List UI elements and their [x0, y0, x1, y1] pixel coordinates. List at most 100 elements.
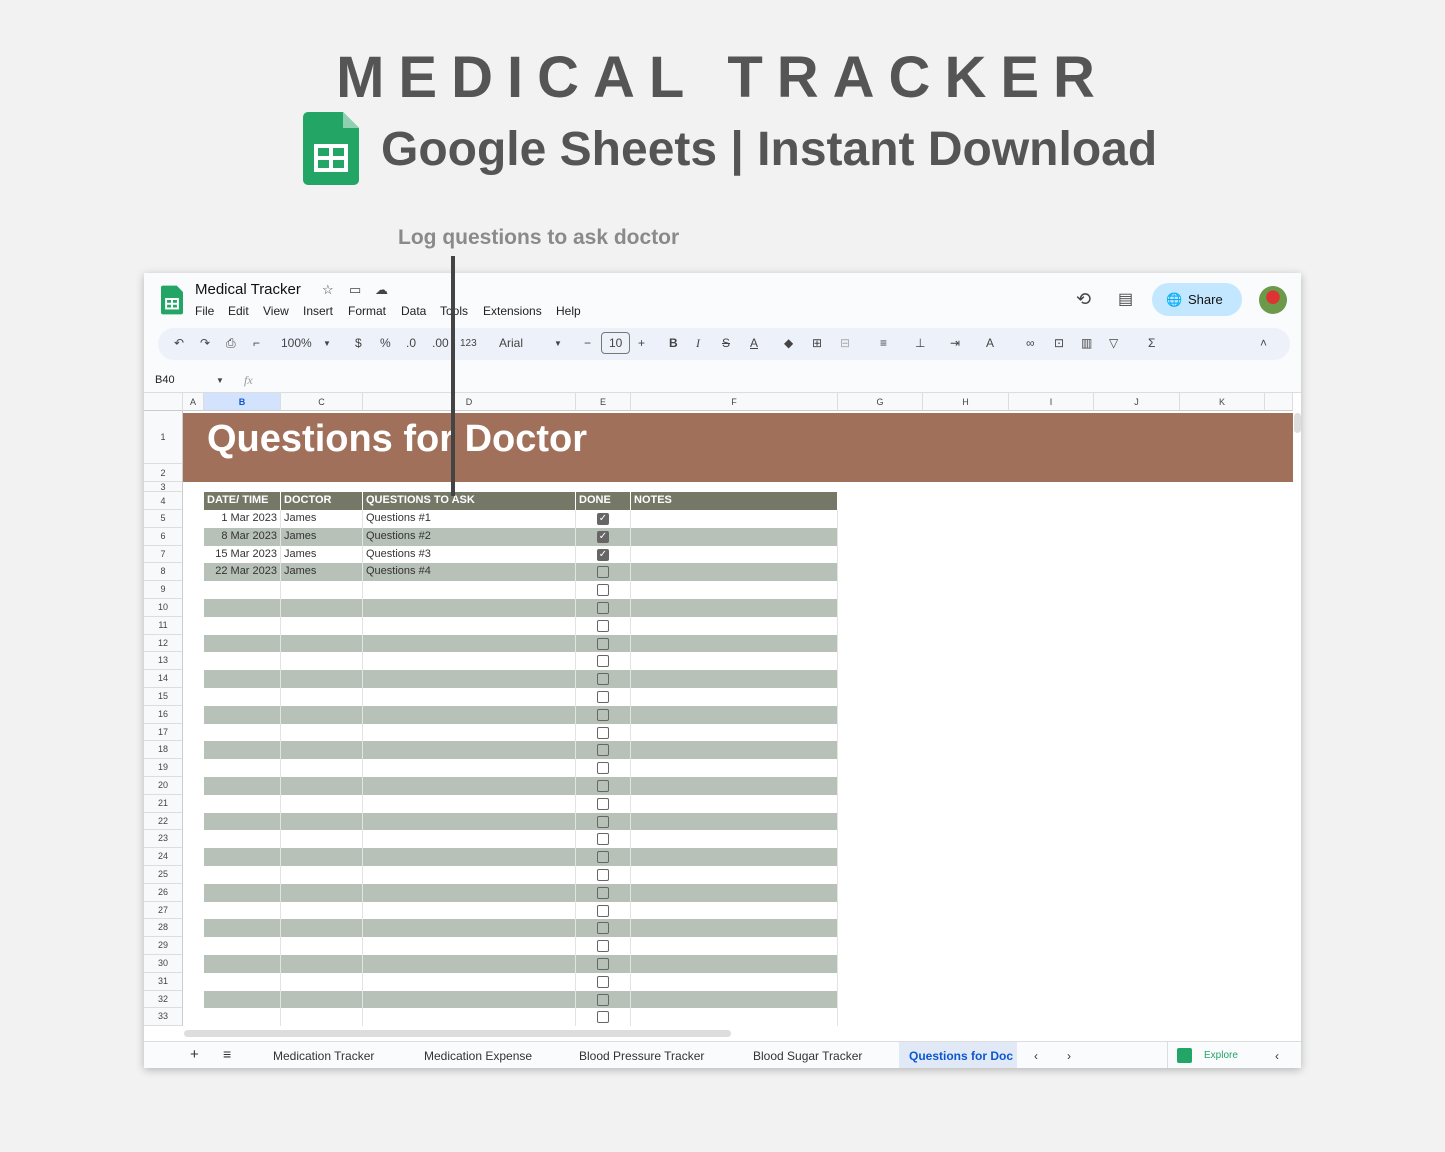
row-header-19[interactable]: 19 [144, 759, 183, 777]
row-header-13[interactable]: 13 [144, 652, 183, 671]
done-checkbox[interactable] [597, 833, 609, 846]
table-cell-doctor[interactable] [281, 688, 363, 706]
table-cell-doctor[interactable] [281, 705, 363, 724]
row-header-24[interactable]: 24 [144, 848, 183, 866]
link-icon[interactable]: ∞ [1026, 336, 1035, 350]
print-icon[interactable]: ⎙ [226, 336, 236, 351]
move-folder-icon[interactable]: ▭ [349, 282, 361, 298]
table-cell-date[interactable] [204, 599, 281, 617]
horizontal-scrollbar[interactable] [184, 1030, 731, 1037]
table-cell-doctor[interactable] [281, 777, 363, 795]
column-header-b[interactable]: B [204, 393, 281, 411]
add-sheet-button[interactable]: + [190, 1046, 199, 1063]
row-header-29[interactable]: 29 [144, 937, 183, 955]
table-cell-date[interactable] [204, 1008, 281, 1027]
table-cell-notes[interactable] [631, 599, 838, 617]
table-cell-date[interactable]: 22 Mar 2023 [204, 563, 281, 582]
row-header-17[interactable]: 17 [144, 723, 183, 742]
row-header-28[interactable]: 28 [144, 919, 183, 938]
table-cell-doctor[interactable] [281, 848, 363, 866]
table-cell-doctor[interactable] [281, 599, 363, 617]
table-cell-notes[interactable] [631, 616, 838, 635]
done-checkbox[interactable] [597, 566, 609, 579]
decrease-font-size-button[interactable]: − [584, 336, 591, 350]
table-cell-notes[interactable] [631, 990, 838, 1009]
row-header-4[interactable]: 4 [144, 492, 183, 510]
done-checkbox[interactable] [597, 673, 609, 686]
table-cell-date[interactable] [204, 866, 281, 884]
done-checkbox[interactable] [597, 780, 609, 792]
table-cell-date[interactable] [204, 705, 281, 724]
increase-font-size-button[interactable]: + [638, 336, 645, 350]
sheet-tab[interactable]: Medication Tracker [273, 1049, 374, 1063]
zoom-select[interactable]: 100% [281, 336, 312, 350]
table-cell-date[interactable] [204, 794, 281, 813]
increase-decimal-button[interactable]: .00 [432, 336, 449, 350]
table-cell-doctor[interactable] [281, 812, 363, 831]
table-cell-doctor[interactable] [281, 759, 363, 777]
table-cell-question[interactable] [363, 652, 576, 671]
table-cell-question[interactable] [363, 599, 576, 617]
table-cell-date[interactable] [204, 581, 281, 599]
table-cell-question[interactable]: Questions #2 [363, 527, 576, 546]
table-cell-doctor[interactable] [281, 723, 363, 742]
formula-input[interactable] [264, 369, 1294, 392]
table-cell-notes[interactable] [631, 848, 838, 866]
table-cell-notes[interactable] [631, 759, 838, 777]
insert-comment-icon[interactable]: ⊡ [1054, 336, 1064, 350]
select-all-corner[interactable] [144, 393, 183, 411]
table-cell-notes[interactable] [631, 527, 838, 546]
collapse-toolbar-icon[interactable]: ˄ [1260, 336, 1267, 350]
row-header-26[interactable]: 26 [144, 883, 183, 902]
explore-icon[interactable] [1177, 1048, 1192, 1063]
row-header-33[interactable]: 33 [144, 1008, 183, 1027]
table-cell-question[interactable] [363, 634, 576, 653]
table-cell-question[interactable]: Questions #1 [363, 510, 576, 528]
functions-icon[interactable]: Σ [1148, 336, 1155, 350]
avatar[interactable] [1259, 286, 1287, 314]
table-cell-date[interactable] [204, 688, 281, 706]
table-cell-notes[interactable] [631, 688, 838, 706]
row-header-25[interactable]: 25 [144, 866, 183, 884]
done-checkbox[interactable] [597, 797, 609, 810]
more-formats-button[interactable]: 123 [460, 338, 477, 349]
sheet-tab[interactable]: Questions for Doc [909, 1049, 1017, 1063]
table-cell-doctor[interactable] [281, 901, 363, 920]
table-cell-doctor[interactable] [281, 883, 363, 902]
chevron-down-icon[interactable]: ▼ [216, 376, 224, 385]
table-cell-notes[interactable] [631, 972, 838, 991]
menu-format[interactable]: Format [348, 304, 386, 318]
row-header-11[interactable]: 11 [144, 616, 183, 635]
row-header-3[interactable]: 3 [144, 482, 183, 492]
table-cell-doctor[interactable] [281, 955, 363, 973]
table-cell-question[interactable] [363, 688, 576, 706]
row-header-23[interactable]: 23 [144, 830, 183, 849]
menu-file[interactable]: File [195, 304, 214, 318]
table-cell-date[interactable] [204, 972, 281, 991]
redo-icon[interactable]: ↷ [200, 336, 210, 350]
table-cell-notes[interactable] [631, 901, 838, 920]
text-rotation-icon[interactable]: A [986, 336, 994, 350]
table-cell-doctor[interactable] [281, 652, 363, 671]
table-cell-doctor[interactable] [281, 581, 363, 599]
table-cell-notes[interactable] [631, 883, 838, 902]
table-cell-doctor[interactable] [281, 1008, 363, 1027]
done-checkbox[interactable] [597, 958, 609, 970]
table-cell-notes[interactable] [631, 777, 838, 795]
table-cell-question[interactable] [363, 759, 576, 777]
table-cell-date[interactable] [204, 670, 281, 688]
done-checkbox[interactable] [597, 619, 609, 632]
menu-help[interactable]: Help [556, 304, 581, 318]
table-cell-date[interactable] [204, 777, 281, 795]
fill-color-icon[interactable]: ◆ [784, 336, 793, 350]
font-select[interactable]: Arial [499, 336, 523, 350]
table-cell-question[interactable] [363, 705, 576, 724]
menu-edit[interactable]: Edit [228, 304, 249, 318]
row-header-16[interactable]: 16 [144, 705, 183, 724]
text-wrap-icon[interactable]: ⇥ [950, 336, 960, 350]
menu-insert[interactable]: Insert [303, 304, 333, 318]
row-header-14[interactable]: 14 [144, 670, 183, 688]
table-cell-doctor[interactable] [281, 616, 363, 635]
table-cell-notes[interactable] [631, 705, 838, 724]
table-cell-notes[interactable] [631, 866, 838, 884]
